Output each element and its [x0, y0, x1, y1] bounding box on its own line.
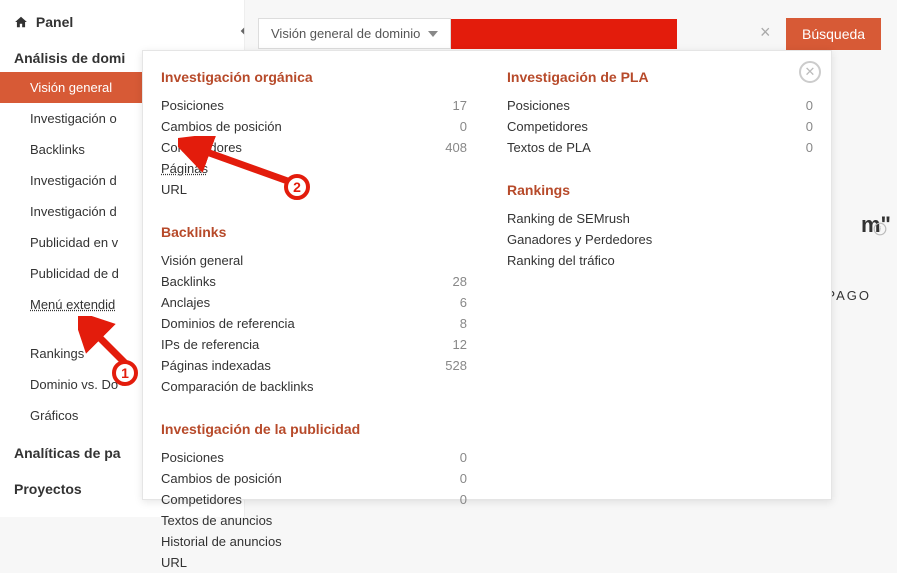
annotation-badge-2: 2	[284, 174, 310, 200]
info-icon[interactable]: i	[873, 222, 887, 236]
pla-row-textos-de-pla[interactable]: Textos de PLA 0	[507, 137, 813, 158]
publicidad-row-cambios-de-posici-n[interactable]: Cambios de posición 0	[161, 468, 467, 489]
row-label: Visión general	[161, 253, 243, 268]
publicidad-heading: Investigación de la publicidad	[161, 421, 467, 437]
row-label: Ranking de SEMrush	[507, 211, 630, 226]
row-label: Páginas indexadas	[161, 358, 271, 373]
publicidad-row-posiciones[interactable]: Posiciones 0	[161, 447, 467, 468]
collapse-icon[interactable]	[236, 24, 250, 38]
organica-row-competidores[interactable]: Competidores 408	[161, 137, 467, 158]
row-label: Páginas	[161, 161, 208, 176]
search-button[interactable]: Búsqueda	[786, 18, 881, 50]
pla-row-competidores[interactable]: Competidores 0	[507, 116, 813, 137]
row-label: Competidores	[161, 140, 242, 155]
backlinks-row-ips-de-referencia[interactable]: IPs de referencia 12	[161, 334, 467, 355]
organica-heading: Investigación orgánica	[161, 69, 467, 85]
row-value: 0	[460, 492, 467, 507]
annotation-badge-1: 1	[112, 360, 138, 386]
backlinks-row-dominios-de-referencia[interactable]: Dominios de referencia 8	[161, 313, 467, 334]
domain-dropdown[interactable]: Visión general de dominio	[258, 18, 451, 49]
publicidad-row-competidores[interactable]: Competidores 0	[161, 489, 467, 510]
backlinks-row-anclajes[interactable]: Anclajes 6	[161, 292, 467, 313]
row-label: Posiciones	[161, 450, 224, 465]
rankings-row-ranking-del-tr-fico[interactable]: Ranking del tráfico	[507, 250, 813, 271]
row-label: Competidores	[161, 492, 242, 507]
popup-right-column: Investigación de PLA Posiciones0Competid…	[507, 65, 813, 485]
home-icon	[14, 15, 28, 29]
row-label: Ranking del tráfico	[507, 253, 615, 268]
topbar: Visión general de dominio	[258, 18, 677, 49]
backlinks-heading: Backlinks	[161, 224, 467, 240]
row-value: 0	[460, 471, 467, 486]
rankings-row-ganadores-y-perdedores[interactable]: Ganadores y Perdedores	[507, 229, 813, 250]
clear-search-icon[interactable]: ×	[760, 22, 771, 43]
row-label: Ganadores y Perdedores	[507, 232, 652, 247]
row-value: 8	[460, 316, 467, 331]
row-label: Cambios de posición	[161, 471, 282, 486]
row-label: Posiciones	[507, 98, 570, 113]
row-value: 28	[453, 274, 467, 289]
row-value: 408	[445, 140, 467, 155]
organica-row-posiciones[interactable]: Posiciones 17	[161, 95, 467, 116]
rankings-row-ranking-de-semrush[interactable]: Ranking de SEMrush	[507, 208, 813, 229]
organica-row-cambios-de-posici-n[interactable]: Cambios de posición 0	[161, 116, 467, 137]
row-value: 0	[806, 119, 813, 134]
panel-label: Panel	[36, 14, 73, 30]
popup-left-column: Investigación orgánica Posiciones 17 Cambi…	[161, 65, 467, 485]
pla-heading: Investigación de PLA	[507, 69, 813, 85]
row-label: IPs de referencia	[161, 337, 259, 352]
row-value: 528	[445, 358, 467, 373]
row-label: Cambios de posición	[161, 119, 282, 134]
row-value: 0	[460, 119, 467, 134]
row-value: 0	[806, 98, 813, 113]
row-label: Anclajes	[161, 295, 210, 310]
backlinks-row-backlinks[interactable]: Backlinks 28	[161, 271, 467, 292]
row-value: 12	[453, 337, 467, 352]
publicidad-row-historial-de-anuncios[interactable]: Historial de anuncios	[161, 531, 467, 552]
backlinks-row-p-ginas-indexadas[interactable]: Páginas indexadas 528	[161, 355, 467, 376]
row-value: 0	[460, 450, 467, 465]
row-value: 0	[806, 140, 813, 155]
row-value: 17	[453, 98, 467, 113]
organica-row-p-ginas[interactable]: Páginas	[161, 158, 467, 179]
row-label: Backlinks	[161, 274, 216, 289]
rankings-heading: Rankings	[507, 182, 813, 198]
svg-text:i: i	[879, 225, 881, 234]
tab-pago[interactable]: PAGO	[826, 288, 871, 303]
pla-row-posiciones[interactable]: Posiciones 0	[507, 95, 813, 116]
row-label: Dominios de referencia	[161, 316, 295, 331]
row-label: Textos de anuncios	[161, 513, 272, 528]
row-label: Textos de PLA	[507, 140, 591, 155]
row-label: Historial de anuncios	[161, 534, 282, 549]
publicidad-row-url[interactable]: URL	[161, 552, 467, 573]
panel-link[interactable]: Panel	[0, 0, 244, 36]
backlinks-row-visi-n-general[interactable]: Visión general	[161, 250, 467, 271]
popup-close-button[interactable]: ✕	[799, 61, 821, 83]
search-input-redacted[interactable]	[451, 19, 677, 49]
organica-row-url[interactable]: URL	[161, 179, 467, 200]
publicidad-row-textos-de-anuncios[interactable]: Textos de anuncios	[161, 510, 467, 531]
row-label: Comparación de backlinks	[161, 379, 313, 394]
row-label: URL	[161, 555, 187, 570]
extended-menu-popup: ✕ Investigación orgánica Posiciones 17 Cam…	[142, 50, 832, 500]
row-label: Competidores	[507, 119, 588, 134]
row-label: URL	[161, 182, 187, 197]
domain-dropdown-label: Visión general de dominio	[271, 26, 420, 41]
backlinks-row-comparaci-n-de-backlinks[interactable]: Comparación de backlinks	[161, 376, 467, 397]
chevron-down-icon	[428, 31, 438, 37]
row-label: Posiciones	[161, 98, 224, 113]
row-value: 6	[460, 295, 467, 310]
